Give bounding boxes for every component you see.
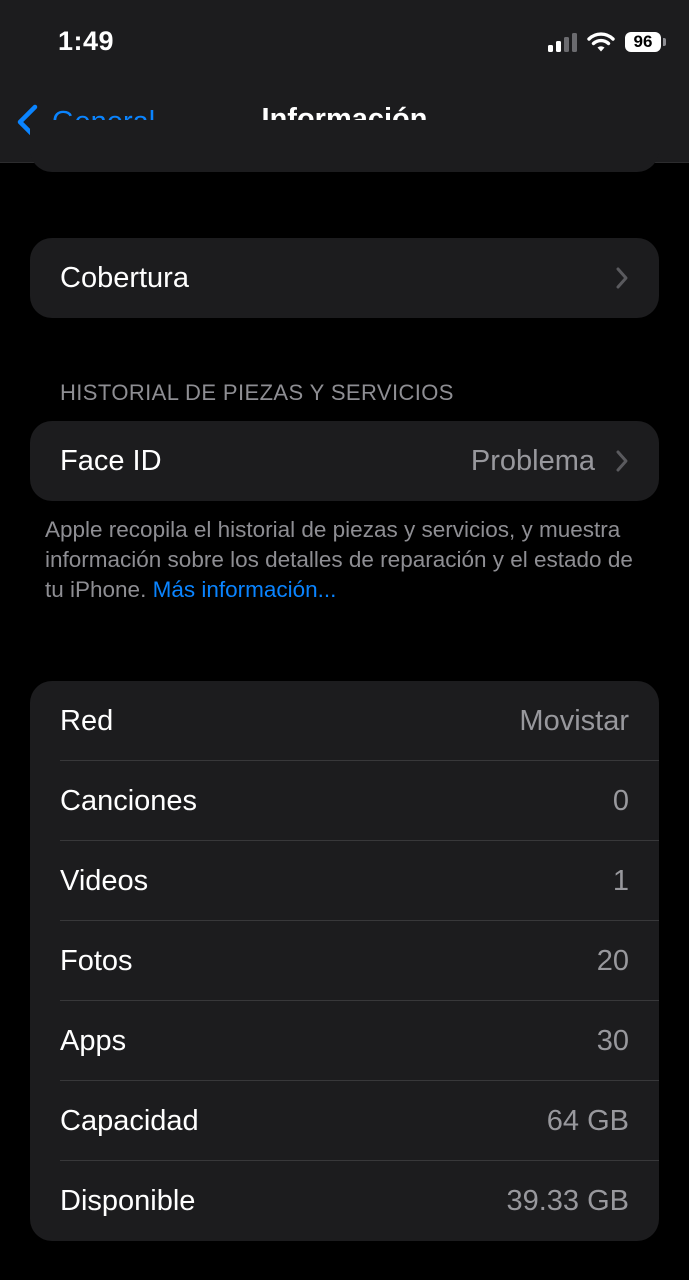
coverage-label: Cobertura [60, 261, 189, 294]
info-row-network: Red Movistar [30, 681, 659, 761]
cellular-signal-icon [548, 32, 577, 52]
info-row-videos: Videos 1 [30, 841, 659, 921]
info-label: Apps [60, 1024, 127, 1057]
info-label: Disponible [60, 1184, 196, 1217]
info-value: Movistar [519, 704, 629, 737]
info-value: 0 [612, 784, 629, 817]
status-indicators: 96 [548, 30, 666, 54]
info-label: Capacidad [60, 1104, 199, 1137]
coverage-row[interactable]: Cobertura [30, 238, 659, 318]
info-label: Fotos [60, 944, 133, 977]
info-label: Red [60, 704, 114, 737]
wifi-icon [587, 32, 615, 52]
info-value: 1 [612, 864, 629, 897]
battery-icon: 96 [625, 32, 666, 52]
face-id-status: Problema [470, 444, 595, 477]
face-id-row[interactable]: Face ID Problema [30, 421, 659, 501]
chevron-right-icon [616, 267, 628, 289]
parts-history-group: Face ID Problema [30, 421, 659, 501]
info-label: Videos [60, 864, 149, 897]
parts-history-footer: Apple recopila el historial de piezas y … [45, 515, 655, 605]
more-info-link[interactable]: Más información... [153, 577, 337, 602]
info-row-apps: Apps 30 [30, 1001, 659, 1081]
info-value: 39.33 GB [506, 1184, 629, 1217]
info-row-available: Disponible 39.33 GB [30, 1161, 659, 1241]
chevron-right-icon [616, 450, 628, 472]
info-row-photos: Fotos 20 [30, 921, 659, 1001]
info-value: 30 [596, 1024, 629, 1057]
status-time: 1:49 [58, 26, 115, 56]
parts-history-header: HISTORIAL DE PIEZAS Y SERVICIOS [60, 380, 454, 405]
info-value: 64 GB [546, 1104, 629, 1137]
battery-level: 96 [633, 32, 653, 51]
info-row-songs: Canciones 0 [30, 761, 659, 841]
info-row-capacity: Capacidad 64 GB [30, 1081, 659, 1161]
previous-group-edge [30, 120, 659, 172]
face-id-label: Face ID [60, 444, 162, 477]
device-info-group: Red Movistar Canciones 0 Videos 1 Fotos … [30, 681, 659, 1241]
parts-history-description: Apple recopila el historial de piezas y … [45, 517, 633, 602]
coverage-group: Cobertura [30, 238, 659, 318]
info-label: Canciones [60, 784, 198, 817]
info-value: 20 [596, 944, 629, 977]
